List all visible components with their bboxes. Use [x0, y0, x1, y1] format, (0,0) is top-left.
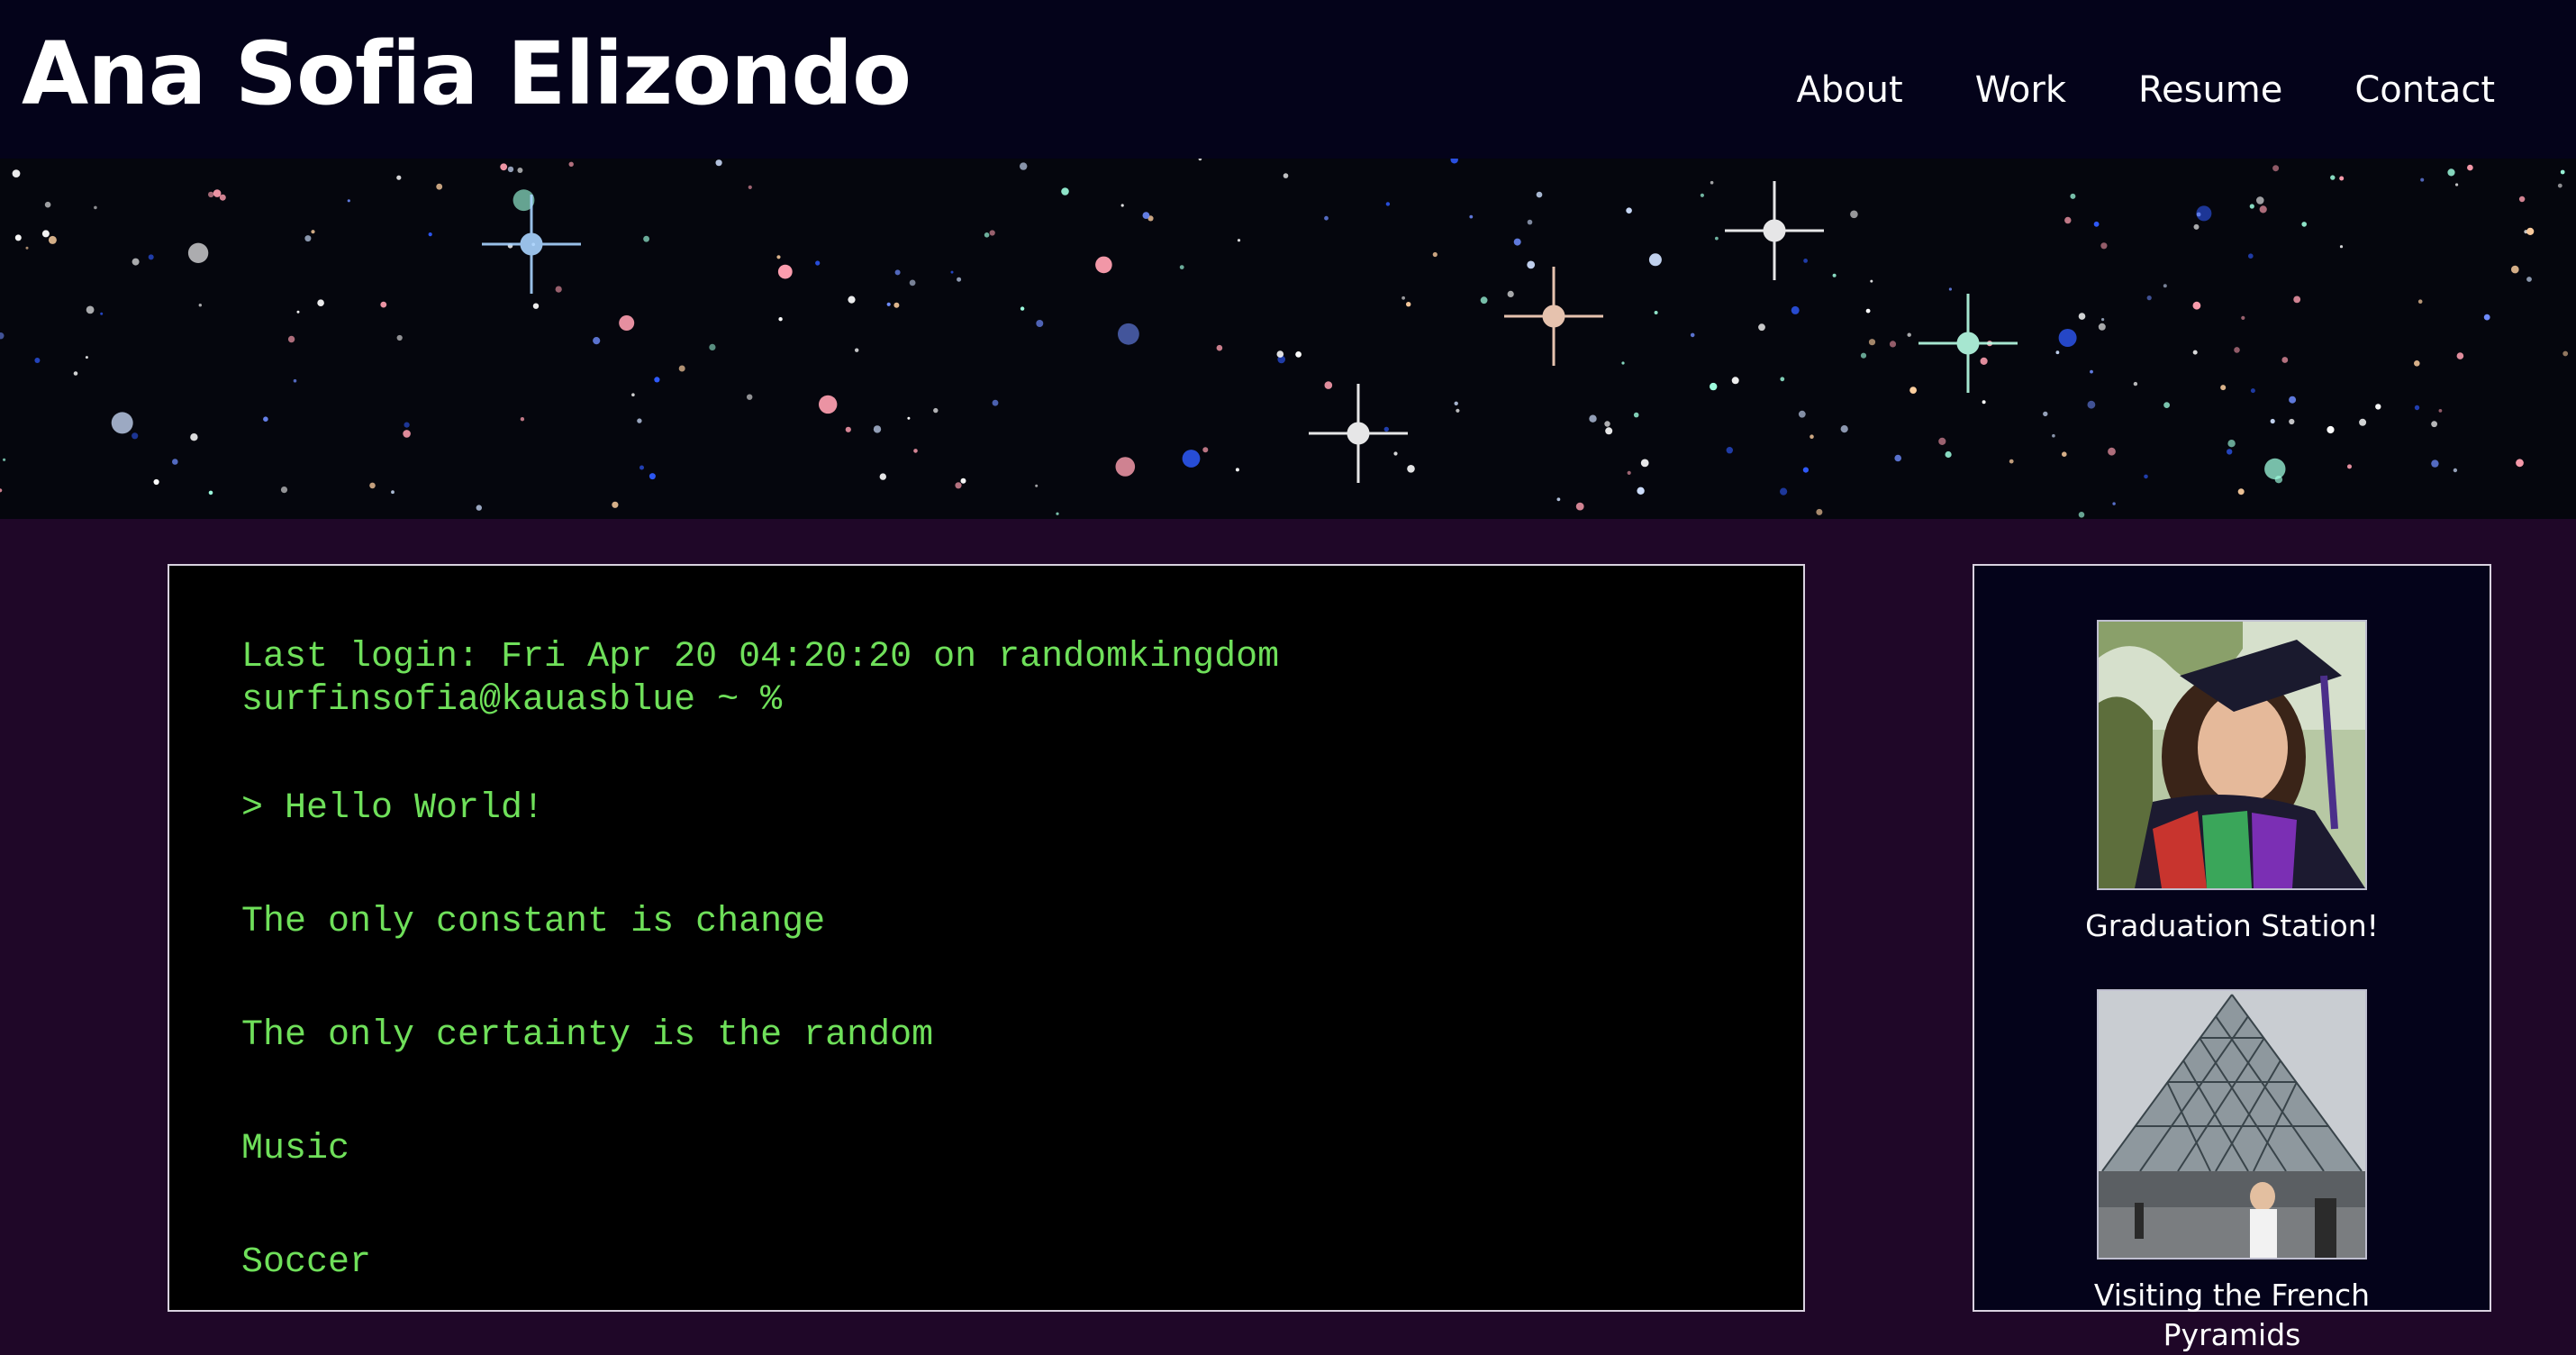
starfield-banner [0, 159, 2576, 519]
terminal-line-soccer: Soccer [241, 1242, 372, 1283]
photo-card-pyramid: Visiting the French Pyramids [2094, 989, 2370, 1355]
nav-link-contact[interactable]: Contact [2354, 58, 2495, 123]
nav-link-about[interactable]: About [1796, 58, 1902, 123]
graduation-photo[interactable] [2097, 620, 2367, 890]
site-title[interactable]: Ana Sofia Elizondo [22, 20, 912, 128]
starfield-image [0, 159, 2569, 518]
terminal-line-change: The only constant is change [241, 902, 826, 942]
terminal-prompt: surfinsofia@kauasblue ~ % [241, 680, 783, 721]
terminal-window: Last login: Fri Apr 20 04:20:20 on rando… [168, 564, 1805, 1312]
nav-link-resume[interactable]: Resume [2138, 58, 2282, 123]
pyramid-caption: Visiting the French Pyramids [2093, 1278, 2371, 1352]
nav-link-work[interactable]: Work [1975, 58, 2066, 123]
terminal-line-random: The only certainty is the random [241, 1015, 934, 1056]
photo-card-graduation: Graduation Station! [2085, 620, 2379, 946]
terminal-last-login: Last login: Fri Apr 20 04:20:20 on rando… [241, 637, 1280, 678]
photo-sidebar: Graduation Station! Visiting the French … [1973, 564, 2491, 1352]
terminal-line-music: Music [241, 1129, 350, 1169]
pyramid-photo[interactable] [2097, 989, 2367, 1260]
main-nav: About Work Resume Contact [1796, 58, 2495, 123]
graduation-caption: Graduation Station! [2085, 908, 2379, 943]
site-header: Ana Sofia Elizondo About Work Resume Con… [0, 0, 2576, 159]
terminal-hello: > Hello World! [241, 788, 545, 829]
